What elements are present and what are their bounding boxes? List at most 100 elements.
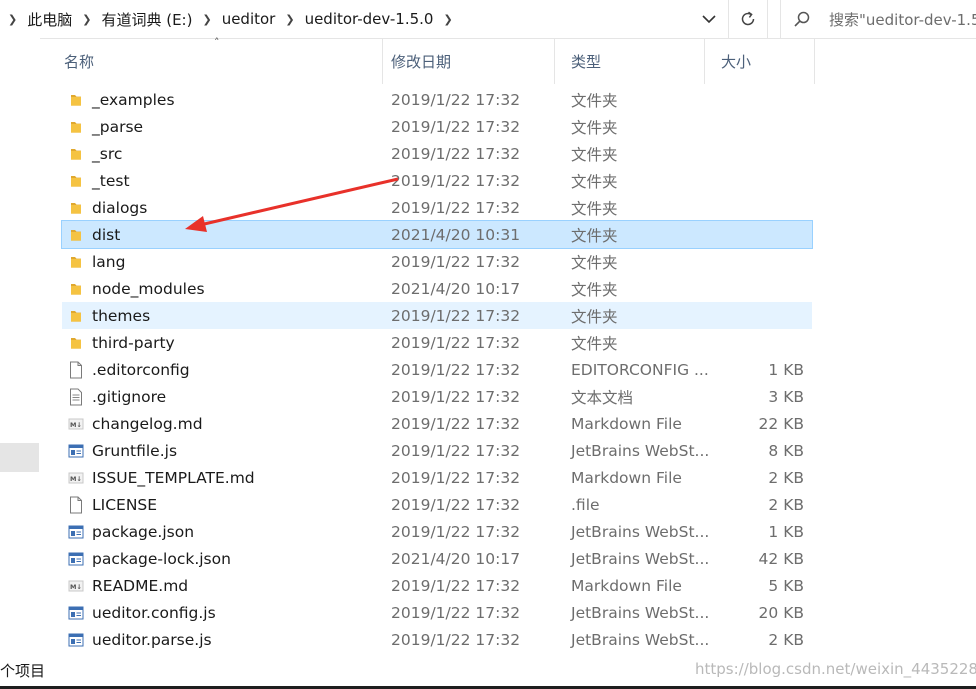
file-row[interactable]: _test 2019/1/22 17:32 文件夹 <box>62 167 812 194</box>
column-header-date[interactable]: 修改日期 <box>375 38 555 84</box>
navigation-pane[interactable] <box>0 38 40 658</box>
file-date: 2019/1/22 17:32 <box>391 144 521 163</box>
column-header-name[interactable]: 名称 <box>48 38 383 84</box>
file-row[interactable]: _examples 2019/1/22 17:32 文件夹 <box>62 86 812 113</box>
file-row[interactable]: package-lock.json 2021/4/20 10:17 JetBrain… <box>62 545 812 572</box>
column-headers: ˄ 名称 修改日期 类型 大小 <box>48 36 976 84</box>
file-name: ueditor.parse.js <box>92 630 212 649</box>
file-name: ueditor.config.js <box>92 603 216 622</box>
file-size <box>722 86 804 113</box>
file-date: 2019/1/22 17:32 <box>391 306 521 325</box>
file-size <box>722 194 804 221</box>
file-name: _parse <box>92 117 144 136</box>
text-file-icon <box>66 383 86 410</box>
file-type: 文件夹 <box>571 91 618 110</box>
webstorm-file-icon <box>66 437 86 464</box>
column-header-size[interactable]: 大小 <box>705 38 815 84</box>
chevron-right-icon[interactable]: ❯ <box>82 13 91 26</box>
refresh-button[interactable] <box>728 0 768 38</box>
folder-icon <box>66 86 86 113</box>
nav-selected-item[interactable] <box>0 443 39 472</box>
file-row[interactable]: M↓ changelog.md 2019/1/22 17:32 Markdown Fi… <box>62 410 812 437</box>
folder-icon <box>66 140 86 167</box>
item-count-text: 个项目 <box>0 662 46 680</box>
file-name: package-lock.json <box>92 549 231 568</box>
file-row[interactable]: ueditor.parse.js 2019/1/22 17:32 JetBrains… <box>62 626 812 653</box>
file-row[interactable]: dialogs 2019/1/22 17:32 文件夹 <box>62 194 812 221</box>
chevron-right-icon[interactable]: ❯ <box>202 13 211 26</box>
file-date: 2019/1/22 17:32 <box>391 360 521 379</box>
address-history-dropdown[interactable] <box>695 6 723 32</box>
file-row[interactable]: Gruntfile.js 2019/1/22 17:32 JetBrains Web… <box>62 437 812 464</box>
file-type: 文件夹 <box>571 172 618 191</box>
file-name: _examples <box>92 90 175 109</box>
file-size: 2 KB <box>768 495 804 514</box>
svg-text:M↓: M↓ <box>70 583 82 591</box>
breadcrumb-this-pc[interactable]: 此电脑 <box>27 9 72 30</box>
file-type: JetBrains WebSt... <box>571 630 710 649</box>
file-size: 2 KB <box>768 468 804 487</box>
webstorm-file-icon <box>66 626 86 653</box>
file-type: JetBrains WebSt... <box>571 522 710 541</box>
file-name: package.json <box>92 522 195 541</box>
file-row[interactable]: ueditor.config.js 2019/1/22 17:32 JetBrain… <box>62 599 812 626</box>
file-date: 2019/1/22 17:32 <box>391 576 521 595</box>
file-row[interactable]: node_modules 2021/4/20 10:17 文件夹 <box>62 275 812 302</box>
file-date: 2021/4/20 10:31 <box>391 225 521 244</box>
folder-icon <box>66 194 86 221</box>
chevron-right-icon[interactable]: ❯ <box>285 13 294 26</box>
chevron-right-icon[interactable]: ❯ <box>443 13 452 26</box>
file-date: 2019/1/22 17:32 <box>391 171 521 190</box>
svg-text:M↓: M↓ <box>70 475 82 483</box>
breadcrumb-current-folder[interactable]: ueditor-dev-1.5.0 <box>305 10 434 28</box>
file-row[interactable]: lang 2019/1/22 17:32 文件夹 <box>62 248 812 275</box>
file-row[interactable]: .gitignore 2019/1/22 17:32 文本文档 3 KB <box>62 383 812 410</box>
blank-file-icon <box>66 491 86 518</box>
file-name: LICENSE <box>92 495 158 514</box>
breadcrumb[interactable]: ❯ 此电脑 ❯ 有道词典 (E:) ❯ ueditor ❯ ueditor-de… <box>0 0 727 38</box>
file-type: JetBrains WebSt... <box>571 603 710 622</box>
file-size <box>722 140 804 167</box>
file-type: 文件夹 <box>571 280 618 299</box>
file-type: EDITORCONFIG ... <box>571 360 709 379</box>
markdown-file-icon: M↓ <box>66 410 86 437</box>
file-type: .file <box>571 495 600 514</box>
file-row[interactable]: M↓ ISSUE_TEMPLATE.md 2019/1/22 17:32 Markdo… <box>62 464 812 491</box>
file-name: themes <box>92 306 151 325</box>
file-size <box>722 329 804 356</box>
file-name: lang <box>92 252 126 271</box>
file-size <box>722 302 804 329</box>
file-size <box>722 113 804 140</box>
file-row[interactable]: themes 2019/1/22 17:32 文件夹 <box>62 302 812 329</box>
file-name: _test <box>92 171 130 190</box>
file-row[interactable]: .editorconfig 2019/1/22 17:32 EDITORCONFIG… <box>62 356 812 383</box>
file-row[interactable]: _parse 2019/1/22 17:32 文件夹 <box>62 113 812 140</box>
file-row[interactable]: third-party 2019/1/22 17:32 文件夹 <box>62 329 812 356</box>
file-explorer-window: ❯ 此电脑 ❯ 有道词典 (E:) ❯ ueditor ❯ ueditor-de… <box>0 0 976 689</box>
file-type: 文件夹 <box>571 307 618 326</box>
blank-file-icon <box>66 356 86 383</box>
file-row[interactable]: M↓ README.md 2019/1/22 17:32 Markdown File 5… <box>62 572 812 599</box>
breadcrumb-ueditor[interactable]: ueditor <box>222 10 276 28</box>
file-row[interactable]: LICENSE 2019/1/22 17:32 .file 2 KB <box>62 491 812 518</box>
folder-icon <box>66 221 86 248</box>
file-type: Markdown File <box>571 468 682 487</box>
file-row[interactable]: _src 2019/1/22 17:32 文件夹 <box>62 140 812 167</box>
chevron-right-icon[interactable]: ❯ <box>8 13 17 26</box>
file-row[interactable]: dist 2021/4/20 10:31 文件夹 <box>61 220 813 249</box>
file-row[interactable]: package.json 2019/1/22 17:32 JetBrains Web… <box>62 518 812 545</box>
file-size <box>722 248 804 275</box>
file-type: JetBrains WebSt... <box>571 441 710 460</box>
column-header-type[interactable]: 类型 <box>555 38 705 84</box>
file-type: Markdown File <box>571 414 682 433</box>
svg-text:M↓: M↓ <box>70 421 82 429</box>
file-name: Gruntfile.js <box>92 441 178 460</box>
file-date: 2019/1/22 17:32 <box>391 630 521 649</box>
search-input[interactable]: 搜索"ueditor-dev-1.5.0" <box>829 9 976 30</box>
breadcrumb-drive-e[interactable]: 有道词典 (E:) <box>101 9 192 30</box>
file-date: 2019/1/22 17:32 <box>391 387 521 406</box>
file-type: 文件夹 <box>571 334 618 353</box>
file-size: 42 KB <box>758 549 804 568</box>
file-type: JetBrains WebSt... <box>571 549 710 568</box>
search-box[interactable]: 搜索"ueditor-dev-1.5.0" <box>780 0 976 38</box>
